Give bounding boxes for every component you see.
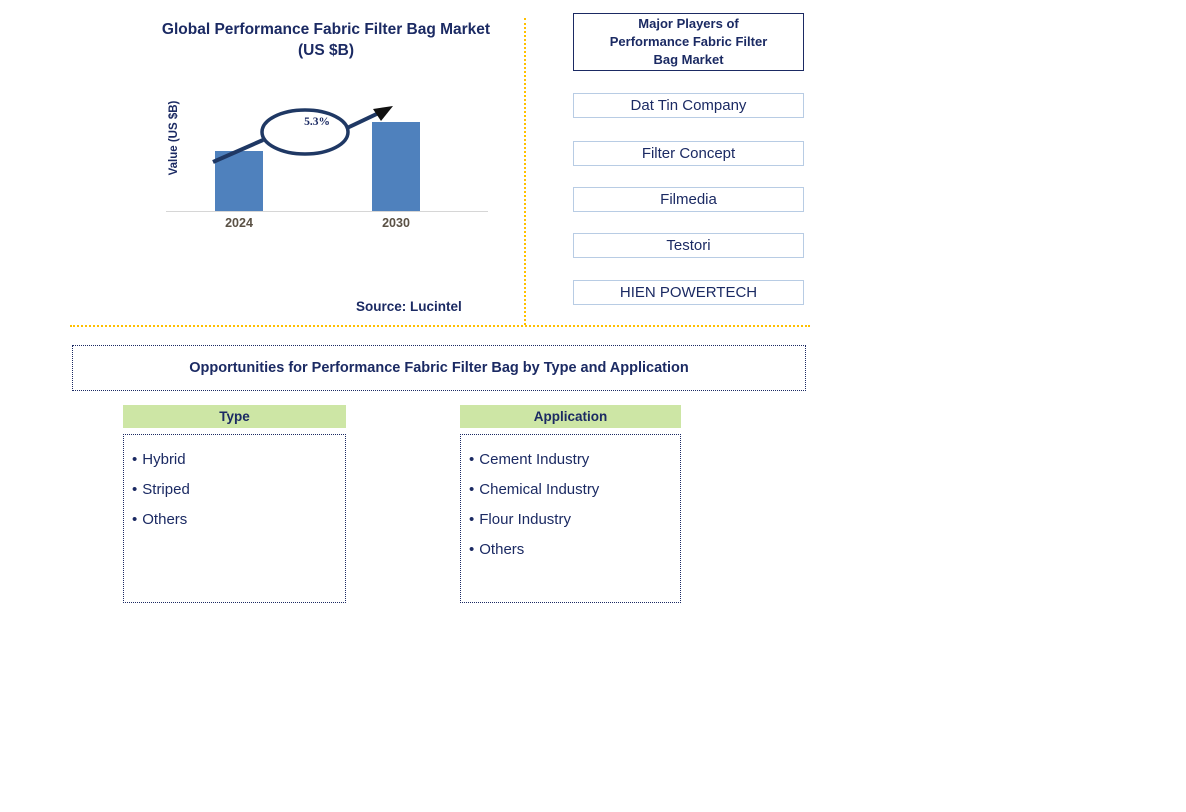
list-item: • Others [469, 535, 680, 565]
list-item-label: Flour Industry [479, 511, 571, 528]
cagr-callout-icon [212, 106, 393, 164]
bullet-icon: • [132, 481, 138, 498]
list-item-label: Hybrid [142, 451, 186, 468]
column-header-application: Application [460, 405, 681, 428]
list-item-label: Others [142, 511, 188, 528]
bullet-icon: • [132, 511, 138, 528]
source-note: Source: Lucintel [356, 299, 462, 314]
x-tick-2030: 2030 [382, 216, 410, 230]
list-item-label: Striped [142, 481, 190, 498]
bullet-icon: • [469, 511, 475, 528]
opportunities-banner: Opportunities for Performance Fabric Fil… [72, 345, 806, 391]
bar-chart: Value (US $B) 2024 2030 5.3% [150, 90, 490, 240]
list-item: • Striped [132, 475, 345, 505]
y-axis-label: Value (US $B) [168, 100, 180, 176]
column-body-type: • Hybrid • Striped • Others [123, 434, 346, 603]
player-item[interactable]: HIEN POWERTECH [573, 280, 804, 305]
list-item: • Cement Industry [469, 445, 680, 475]
bullet-icon: • [469, 481, 475, 498]
player-item[interactable]: Dat Tin Company [573, 93, 804, 118]
chart-title: Global Performance Fabric Filter Bag Mar… [152, 20, 500, 62]
cagr-value-label: 5.3% [304, 116, 330, 128]
column-body-application: • Cement Industry • Chemical Industry • Flo… [460, 434, 681, 603]
x-axis-line [166, 211, 488, 212]
major-players-header: Major Players of Performance Fabric Filt… [573, 13, 804, 71]
infographic-canvas: Global Performance Fabric Filter Bag Mar… [0, 0, 1186, 812]
list-item: • Hybrid [132, 445, 345, 475]
bullet-icon: • [132, 451, 138, 468]
list-item-label: Cement Industry [479, 451, 590, 468]
bullet-icon: • [469, 451, 475, 468]
player-item[interactable]: Testori [573, 233, 804, 258]
list-item: • Chemical Industry [469, 475, 680, 505]
list-item-label: Chemical Industry [479, 481, 600, 498]
players-header-line1: Major Players of [638, 15, 739, 31]
column-header-type: Type [123, 405, 346, 428]
bullet-icon: • [469, 541, 475, 558]
players-header-line3: Bag Market [653, 52, 724, 68]
player-item[interactable]: Filmedia [573, 187, 804, 212]
player-item[interactable]: Filter Concept [573, 141, 804, 166]
players-header-line2: Performance Fabric Filter [609, 33, 768, 49]
divider-vertical [524, 18, 526, 325]
divider-horizontal [70, 325, 810, 327]
x-tick-2024: 2024 [225, 216, 253, 230]
list-item: • Flour Industry [469, 505, 680, 535]
list-item: • Others [132, 505, 345, 535]
chart-title-line2: (US $B) [298, 41, 354, 59]
chart-title-line1: Global Performance Fabric Filter Bag Mar… [161, 21, 491, 38]
list-item-label: Others [479, 541, 525, 558]
